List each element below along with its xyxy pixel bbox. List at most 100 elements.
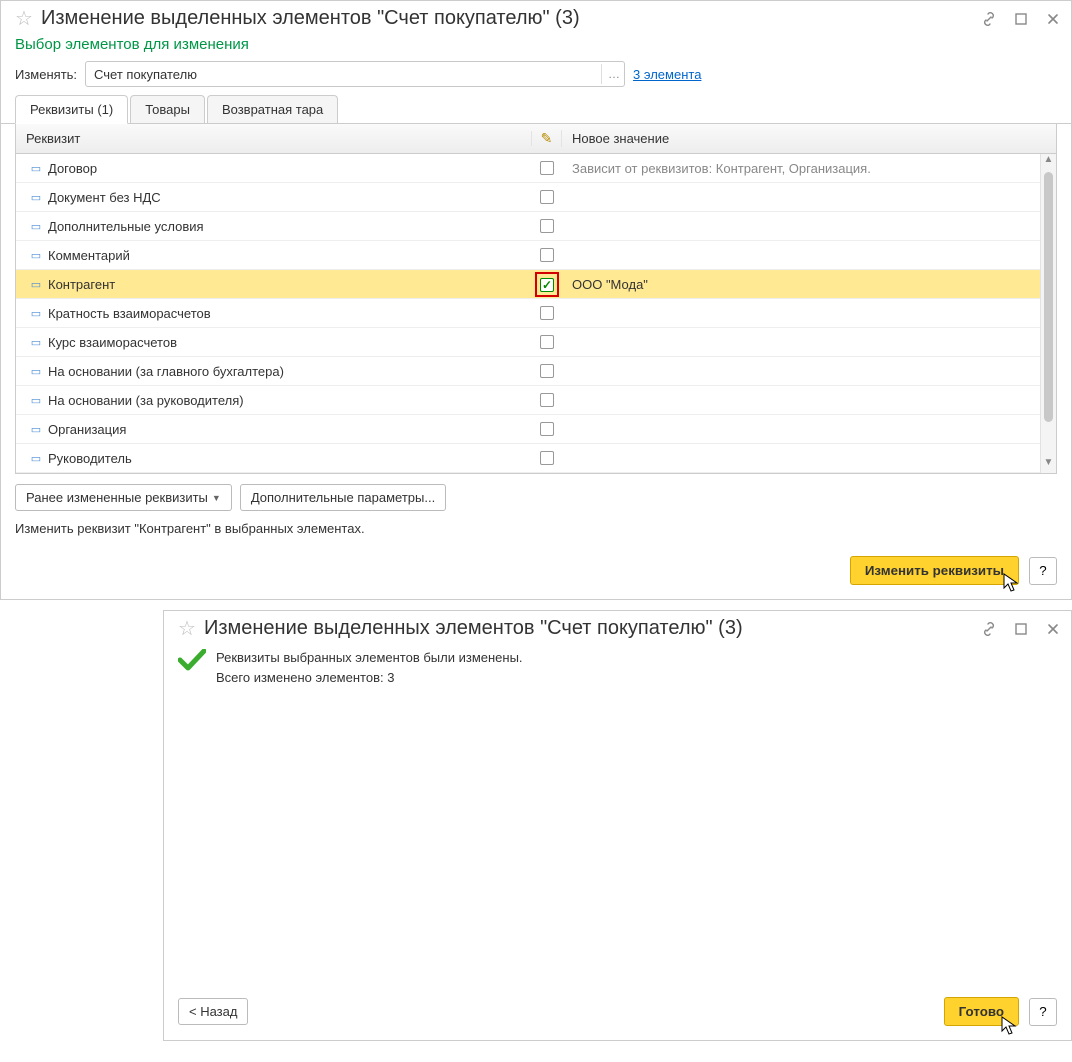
table-row-selected[interactable]: ▭Контрагент ООО "Мода" [16, 270, 1056, 299]
back-button[interactable]: < Назад [178, 998, 248, 1025]
maximize-icon[interactable] [1013, 11, 1029, 27]
change-input[interactable]: Счет покупателю … [85, 61, 625, 87]
tab-containers[interactable]: Возвратная тара [207, 95, 338, 123]
row-label: Документ без НДС [48, 190, 532, 205]
window-title: Изменение выделенных элементов "Счет пок… [41, 7, 981, 30]
action-row: Ранее измененные реквизиты ▼ Дополнитель… [1, 484, 1071, 517]
row-label: Договор [48, 161, 532, 176]
table-row[interactable]: ▭Кратность взаиморасчетов [16, 299, 1056, 328]
button-label: Ранее измененные реквизиты [26, 490, 208, 505]
success-message: Реквизиты выбранных элементов были измен… [164, 642, 1071, 697]
row-label: Организация [48, 422, 532, 437]
table-row[interactable]: ▭Дополнительные условия [16, 212, 1056, 241]
success-text: Реквизиты выбранных элементов были измен… [216, 648, 523, 687]
row-icon: ▭ [24, 365, 48, 378]
window-edit-selected: ☆ Изменение выделенных элементов "Счет п… [0, 0, 1072, 600]
scroll-down-icon[interactable]: ▼ [1041, 457, 1056, 473]
maximize-icon[interactable] [1013, 621, 1029, 637]
row-checkbox[interactable] [540, 393, 554, 407]
close-icon[interactable] [1045, 621, 1061, 637]
tab-bar: Реквизиты (1) Товары Возвратная тара [1, 95, 1071, 124]
extra-params-button[interactable]: Дополнительные параметры... [240, 484, 446, 511]
title-controls [981, 621, 1061, 637]
row-label: Контрагент [48, 277, 532, 292]
success-check-icon [178, 648, 206, 676]
result-body [164, 697, 1071, 987]
row-icon: ▭ [24, 162, 48, 175]
done-button[interactable]: Готово [944, 997, 1019, 1026]
table-row[interactable]: ▭Договор Зависит от реквизитов: Контраге… [16, 154, 1056, 183]
row-icon: ▭ [24, 394, 48, 407]
table-row[interactable]: ▭На основании (за главного бухгалтера) [16, 357, 1056, 386]
row-label: Комментарий [48, 248, 532, 263]
success-line2: Всего изменено элементов: 3 [216, 668, 523, 688]
row-value[interactable]: ООО "Мода" [562, 277, 1056, 292]
elements-link[interactable]: 3 элемента [633, 67, 701, 82]
section-subtitle: Выбор элементов для изменения [1, 32, 1071, 59]
row-icon: ▭ [24, 249, 48, 262]
window-result: ☆ Изменение выделенных элементов "Счет п… [163, 610, 1072, 1041]
change-label: Изменять: [15, 67, 77, 82]
row-checkbox[interactable] [540, 190, 554, 204]
row-label: Руководитель [48, 451, 532, 466]
table-row[interactable]: ▭На основании (за руководителя) [16, 386, 1056, 415]
row-icon: ▭ [24, 220, 48, 233]
apply-button[interactable]: Изменить реквизиты [850, 556, 1019, 585]
success-line1: Реквизиты выбранных элементов были измен… [216, 648, 523, 668]
header-edit-icon[interactable]: ✎ [532, 130, 562, 147]
row-label: Курс взаиморасчетов [48, 335, 532, 350]
grid-header: Реквизит ✎ Новое значение [16, 124, 1056, 154]
row-checkbox[interactable] [540, 219, 554, 233]
requisites-grid: Реквизит ✎ Новое значение ▭Договор Завис… [15, 123, 1057, 474]
change-field-row: Изменять: Счет покупателю … 3 элемента [1, 59, 1071, 95]
checkbox-highlight [535, 272, 559, 297]
row-icon: ▭ [24, 191, 48, 204]
row-icon: ▭ [24, 452, 48, 465]
table-row[interactable]: ▭Руководитель [16, 444, 1056, 473]
row-value[interactable]: Зависит от реквизитов: Контрагент, Орган… [562, 161, 1056, 176]
row-checkbox[interactable] [540, 161, 554, 175]
row-checkbox[interactable] [540, 422, 554, 436]
ellipsis-icon[interactable]: … [601, 64, 620, 84]
link-icon[interactable] [981, 621, 997, 637]
row-checkbox[interactable] [540, 364, 554, 378]
row-icon: ▭ [24, 307, 48, 320]
close-icon[interactable] [1045, 11, 1061, 27]
header-requisite[interactable]: Реквизит [16, 131, 532, 146]
title-controls [981, 11, 1061, 27]
tab-goods[interactable]: Товары [130, 95, 205, 123]
grid-scrollbar[interactable]: ▲ ▼ [1040, 154, 1056, 473]
table-row[interactable]: ▭Комментарий [16, 241, 1056, 270]
window-title: Изменение выделенных элементов "Счет пок… [204, 617, 981, 640]
row-icon: ▭ [24, 336, 48, 349]
titlebar: ☆ Изменение выделенных элементов "Счет п… [1, 1, 1071, 32]
row-icon: ▭ [24, 423, 48, 436]
link-icon[interactable] [981, 11, 997, 27]
pencil-icon: ✎ [541, 130, 553, 146]
footer: Изменить реквизиты ? [1, 548, 1071, 599]
row-label: На основании (за руководителя) [48, 393, 532, 408]
scroll-thumb[interactable] [1044, 172, 1053, 422]
footer: < Назад Готово ? [164, 987, 1071, 1040]
row-checkbox[interactable] [540, 335, 554, 349]
change-value: Счет покупателю [94, 67, 197, 82]
table-row[interactable]: ▭Организация [16, 415, 1056, 444]
help-button[interactable]: ? [1029, 998, 1057, 1026]
table-row[interactable]: ▭Курс взаиморасчетов [16, 328, 1056, 357]
row-label: На основании (за главного бухгалтера) [48, 364, 532, 379]
help-button[interactable]: ? [1029, 557, 1057, 585]
row-checkbox[interactable] [540, 306, 554, 320]
row-checkbox[interactable] [540, 248, 554, 262]
chevron-down-icon: ▼ [212, 493, 221, 503]
tab-requisites[interactable]: Реквизиты (1) [15, 95, 128, 124]
star-icon[interactable]: ☆ [178, 619, 196, 639]
star-icon[interactable]: ☆ [15, 9, 33, 29]
row-label: Дополнительные условия [48, 219, 532, 234]
table-row[interactable]: ▭Документ без НДС [16, 183, 1056, 212]
previously-changed-button[interactable]: Ранее измененные реквизиты ▼ [15, 484, 232, 511]
header-new-value[interactable]: Новое значение [562, 131, 1056, 146]
grid-body: ▭Договор Зависит от реквизитов: Контраге… [16, 154, 1056, 473]
row-checkbox[interactable] [540, 451, 554, 465]
row-checkbox[interactable] [540, 278, 554, 292]
scroll-up-icon[interactable]: ▲ [1041, 154, 1056, 170]
